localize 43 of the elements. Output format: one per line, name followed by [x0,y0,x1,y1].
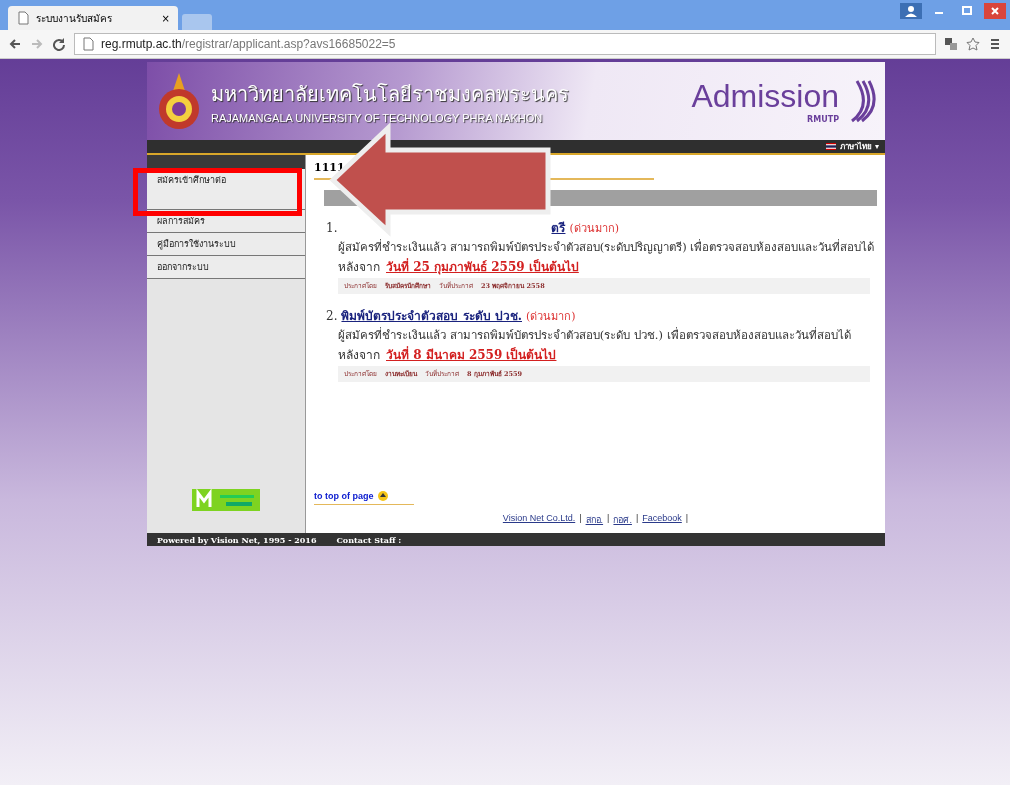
translate-icon[interactable] [944,37,958,51]
flag-icon [826,143,837,150]
separator: | [579,513,582,525]
back-icon[interactable] [8,37,22,51]
urgent-label: (ด่วนมาก) [526,309,576,326]
reload-icon[interactable] [52,37,66,51]
after-label: หลังจาก [338,259,380,277]
top-of-page-link[interactable]: to top of page [314,491,374,501]
urgent-label: (ด่วนมาก) [569,221,620,237]
date-link[interactable]: วันที่ 8 มีนาคม 2559 เป็นต้นไป [386,345,557,365]
sidebar-item[interactable]: คู่มือการใช้งานระบบ [147,233,305,256]
after-label: หลังจาก [338,347,380,365]
footer-link[interactable]: Vision Net Co.Ltd. [502,513,576,527]
user-icon[interactable] [900,3,922,19]
close-icon[interactable] [984,3,1006,19]
announcement-link[interactable]: พิมพ์บัตรประจำตัวสอบ ระดับ ปวช. [341,306,522,326]
mis-erp-logo-icon [192,489,260,511]
announcement-text: ผู้สมัครที่ชำระเงินแล้ว สามารถพิมพ์บัตรประจำตัวสอบ(ระดับปริญญาตรี) เพื่อตรวจสอบห้องสอบและวันที่สอบได้ [338,239,876,256]
close-button[interactable]: × [161,12,170,24]
separator: | [635,513,639,525]
logo-subtext: RMUTP [807,115,839,124]
date-link[interactable]: วันที่ 25 กุมภาพันธ์ 2559 เป็นต้นไป [386,257,579,277]
item-number: 2. [326,309,338,324]
menu-icon[interactable] [988,37,1002,51]
contact-label: Contact Staff : [336,534,402,545]
footer-link[interactable]: กอศ. [613,513,632,527]
separator: | [607,513,610,525]
page-icon [81,37,95,51]
item-number: 1. [326,221,338,235]
announcement-link[interactable]: ตรี [551,218,566,237]
footer-link[interactable]: สกอ. [585,513,604,527]
star-icon[interactable] [966,37,980,51]
sidebar-item[interactable]: ออกจากระบบ [147,256,305,279]
footer-link[interactable]: Facebook [642,513,682,527]
page-icon [16,11,30,25]
separator: | [685,513,689,525]
announcement-text: ผู้สมัครที่ชำระเงินแล้ว สามารถพิมพ์บัตรประจำตัวสอบ(ระดับ ปวช.) เพื่อตรวจสอบห้องสอบและวันที่สอบได้ [338,327,852,344]
powered-by-text: Powered by Vision Net, 1995 - 2016 [157,534,317,545]
address-bar[interactable]: reg.rmutp.ac.th/registrar/applicant.asp?avs16685022=5 [74,33,936,55]
browser-tab[interactable]: ระบบงานรับสมัคร × [8,6,178,30]
admission-logo-text: Admission [691,78,839,115]
language-selector[interactable]: ภาษาไทย ▾ [840,140,879,153]
university-english-name: RAJAMANGALA UNIVERSITY OF TECHNOLOGY PHRA NAKHON [211,112,544,124]
